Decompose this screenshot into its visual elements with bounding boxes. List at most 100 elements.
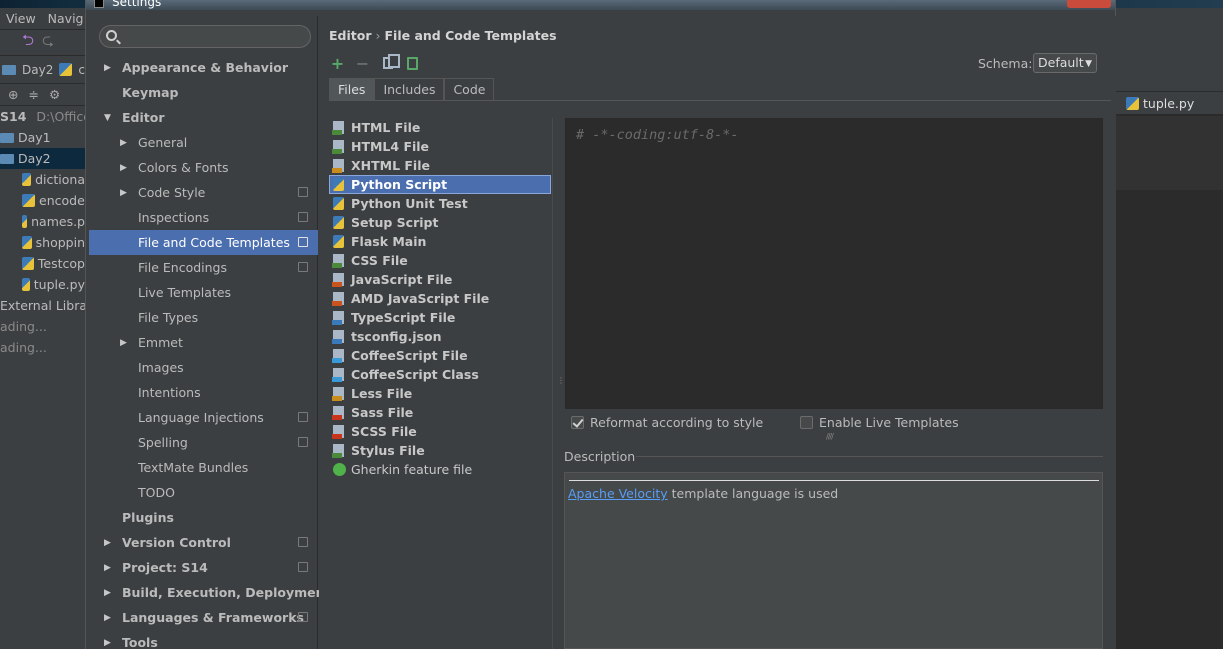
template-item-label: AMD JavaScript File [351,291,490,306]
resize-grip[interactable]: //// [826,432,834,441]
collapsed-arrow-icon[interactable]: ▶ [104,638,111,648]
splitter-handle[interactable]: ⋮ [557,376,565,385]
settings-item[interactable]: TODO [89,480,318,505]
reformat-label: Reformat according to style [590,415,764,430]
live-templates-option[interactable]: Enable Live Templates [800,415,959,430]
settings-item[interactable]: Plugins [89,505,318,530]
settings-item[interactable]: File Types [89,305,318,330]
add-icon[interactable]: + [325,54,350,73]
reset-button[interactable] [400,54,425,72]
settings-item[interactable]: Inspections [89,205,318,230]
settings-item[interactable]: Images [89,355,318,380]
settings-item[interactable]: ▶ Tools [89,630,318,649]
tree-item[interactable]: Day1 [0,127,85,148]
tree-item[interactable]: tuple.py [0,274,85,295]
close-button[interactable] [1067,0,1111,8]
back-icon[interactable]: ⮌ [0,30,34,55]
reformat-option[interactable]: Reformat according to style [571,415,763,430]
template-item[interactable]: Gherkin feature file [329,460,552,479]
template-item[interactable]: tsconfig.json [329,327,552,346]
template-item[interactable]: JavaScript File [329,270,552,289]
collapsed-arrow-icon[interactable]: ▶ [104,563,111,573]
tree-item[interactable]: ading... [0,337,85,358]
schema-dropdown[interactable]: Default ▼ [1033,53,1097,73]
project-root[interactable]: S14 D:\Office\ [0,106,85,127]
template-item[interactable]: HTML File [329,118,552,137]
settings-item[interactable]: ▶ Version Control [89,530,318,555]
settings-item[interactable]: Live Templates [89,280,318,305]
settings-item[interactable]: Intentions [89,380,318,405]
template-item[interactable]: CoffeeScript File [329,346,552,365]
template-item[interactable]: TypeScript File [329,308,552,327]
template-item[interactable]: Python Unit Test [329,194,552,213]
tab-files[interactable]: Files [329,78,375,101]
template-item[interactable]: Flask Main [329,232,552,251]
tree-item[interactable]: Day2 [0,148,85,169]
settings-item[interactable]: ▶ Languages & Frameworks [89,605,318,630]
settings-item-label: Code Style [138,185,206,200]
settings-item[interactable]: ▶ Project: S14 [89,555,318,580]
remove-icon[interactable]: − [350,54,375,73]
menu-view[interactable]: View [6,11,36,26]
crumb-file[interactable]: c [78,63,85,77]
settings-item[interactable]: TextMate Bundles [89,455,318,480]
collapsed-arrow-icon[interactable]: ▶ [120,338,127,348]
menu-navigate[interactable]: Navig [48,11,84,26]
template-item[interactable]: XHTML File [329,156,552,175]
crumb-day2[interactable]: Day2 [22,63,53,77]
collapsed-arrow-icon[interactable]: ▶ [104,613,111,623]
template-item[interactable]: CSS File [329,251,552,270]
target-icon[interactable]: ⊕ [8,87,18,102]
template-item[interactable]: CoffeeScript Class [329,365,552,384]
expanded-arrow-icon[interactable]: ▼ [104,113,111,123]
gear-icon[interactable]: ⚙ [49,87,60,102]
tree-item[interactable]: dictiona [0,169,85,190]
settings-item[interactable]: Spelling [89,430,318,455]
settings-item[interactable]: ▶ Build, Execution, Deployment [89,580,330,605]
template-item[interactable]: Python Script [329,175,551,194]
template-code[interactable]: # -*-coding:utf-8-*- [576,127,739,143]
collapsed-arrow-icon[interactable]: ▶ [104,588,111,598]
schema-value: Default [1038,55,1084,70]
settings-item[interactable]: ▶ Colors & Fonts [89,155,318,180]
collapsed-arrow-icon[interactable]: ▶ [120,163,127,173]
template-item[interactable]: Less File [329,384,552,403]
template-item[interactable]: AMD JavaScript File [329,289,552,308]
template-item[interactable]: Setup Script [329,213,552,232]
settings-item[interactable]: ▶ Appearance & Behavior [89,55,318,80]
collapse-icon[interactable]: ≑ [28,87,38,102]
settings-item[interactable]: ▶ General [89,130,318,155]
apache-velocity-link[interactable]: Apache Velocity [568,486,668,501]
tab-code[interactable]: Code [444,78,495,101]
reformat-checkbox[interactable] [571,416,584,429]
settings-item[interactable]: Language Injections [89,405,318,430]
settings-search[interactable] [99,25,311,48]
collapsed-arrow-icon[interactable]: ▶ [104,63,111,73]
tree-item[interactable]: ading... [0,316,85,337]
tab-includes[interactable]: Includes [374,78,445,101]
copy-button[interactable] [375,54,400,72]
settings-item[interactable]: File Encodings [89,255,318,280]
template-item[interactable]: HTML4 File [329,137,552,156]
forward-icon[interactable]: ⮎ [42,30,54,55]
live-templates-checkbox[interactable] [800,416,813,429]
tree-item[interactable]: encode [0,190,85,211]
tree-item[interactable]: Testcop [0,253,85,274]
settings-item[interactable]: ▶ Code Style [89,180,318,205]
template-editor[interactable]: # -*-coding:utf-8-*- [565,118,1103,409]
settings-item[interactable]: ▼ Editor [89,105,318,130]
collapsed-arrow-icon[interactable]: ▶ [120,138,127,148]
collapsed-arrow-icon[interactable]: ▶ [104,538,111,548]
tree-item[interactable]: External Librar [0,295,85,316]
tree-item[interactable]: shoppin [0,232,85,253]
settings-item[interactable]: Keymap [89,80,318,105]
editor-tab[interactable]: tuple.py [1116,92,1223,114]
template-item[interactable]: Sass File [329,403,552,422]
settings-item[interactable]: File and Code Templates [89,230,318,255]
template-item[interactable]: SCSS File [329,422,552,441]
collapsed-arrow-icon[interactable]: ▶ [120,188,127,198]
template-item[interactable]: Stylus File [329,441,552,460]
settings-item[interactable]: ▶ Emmet [89,330,318,355]
search-input[interactable] [124,28,304,45]
tree-item[interactable]: names.p [0,211,85,232]
